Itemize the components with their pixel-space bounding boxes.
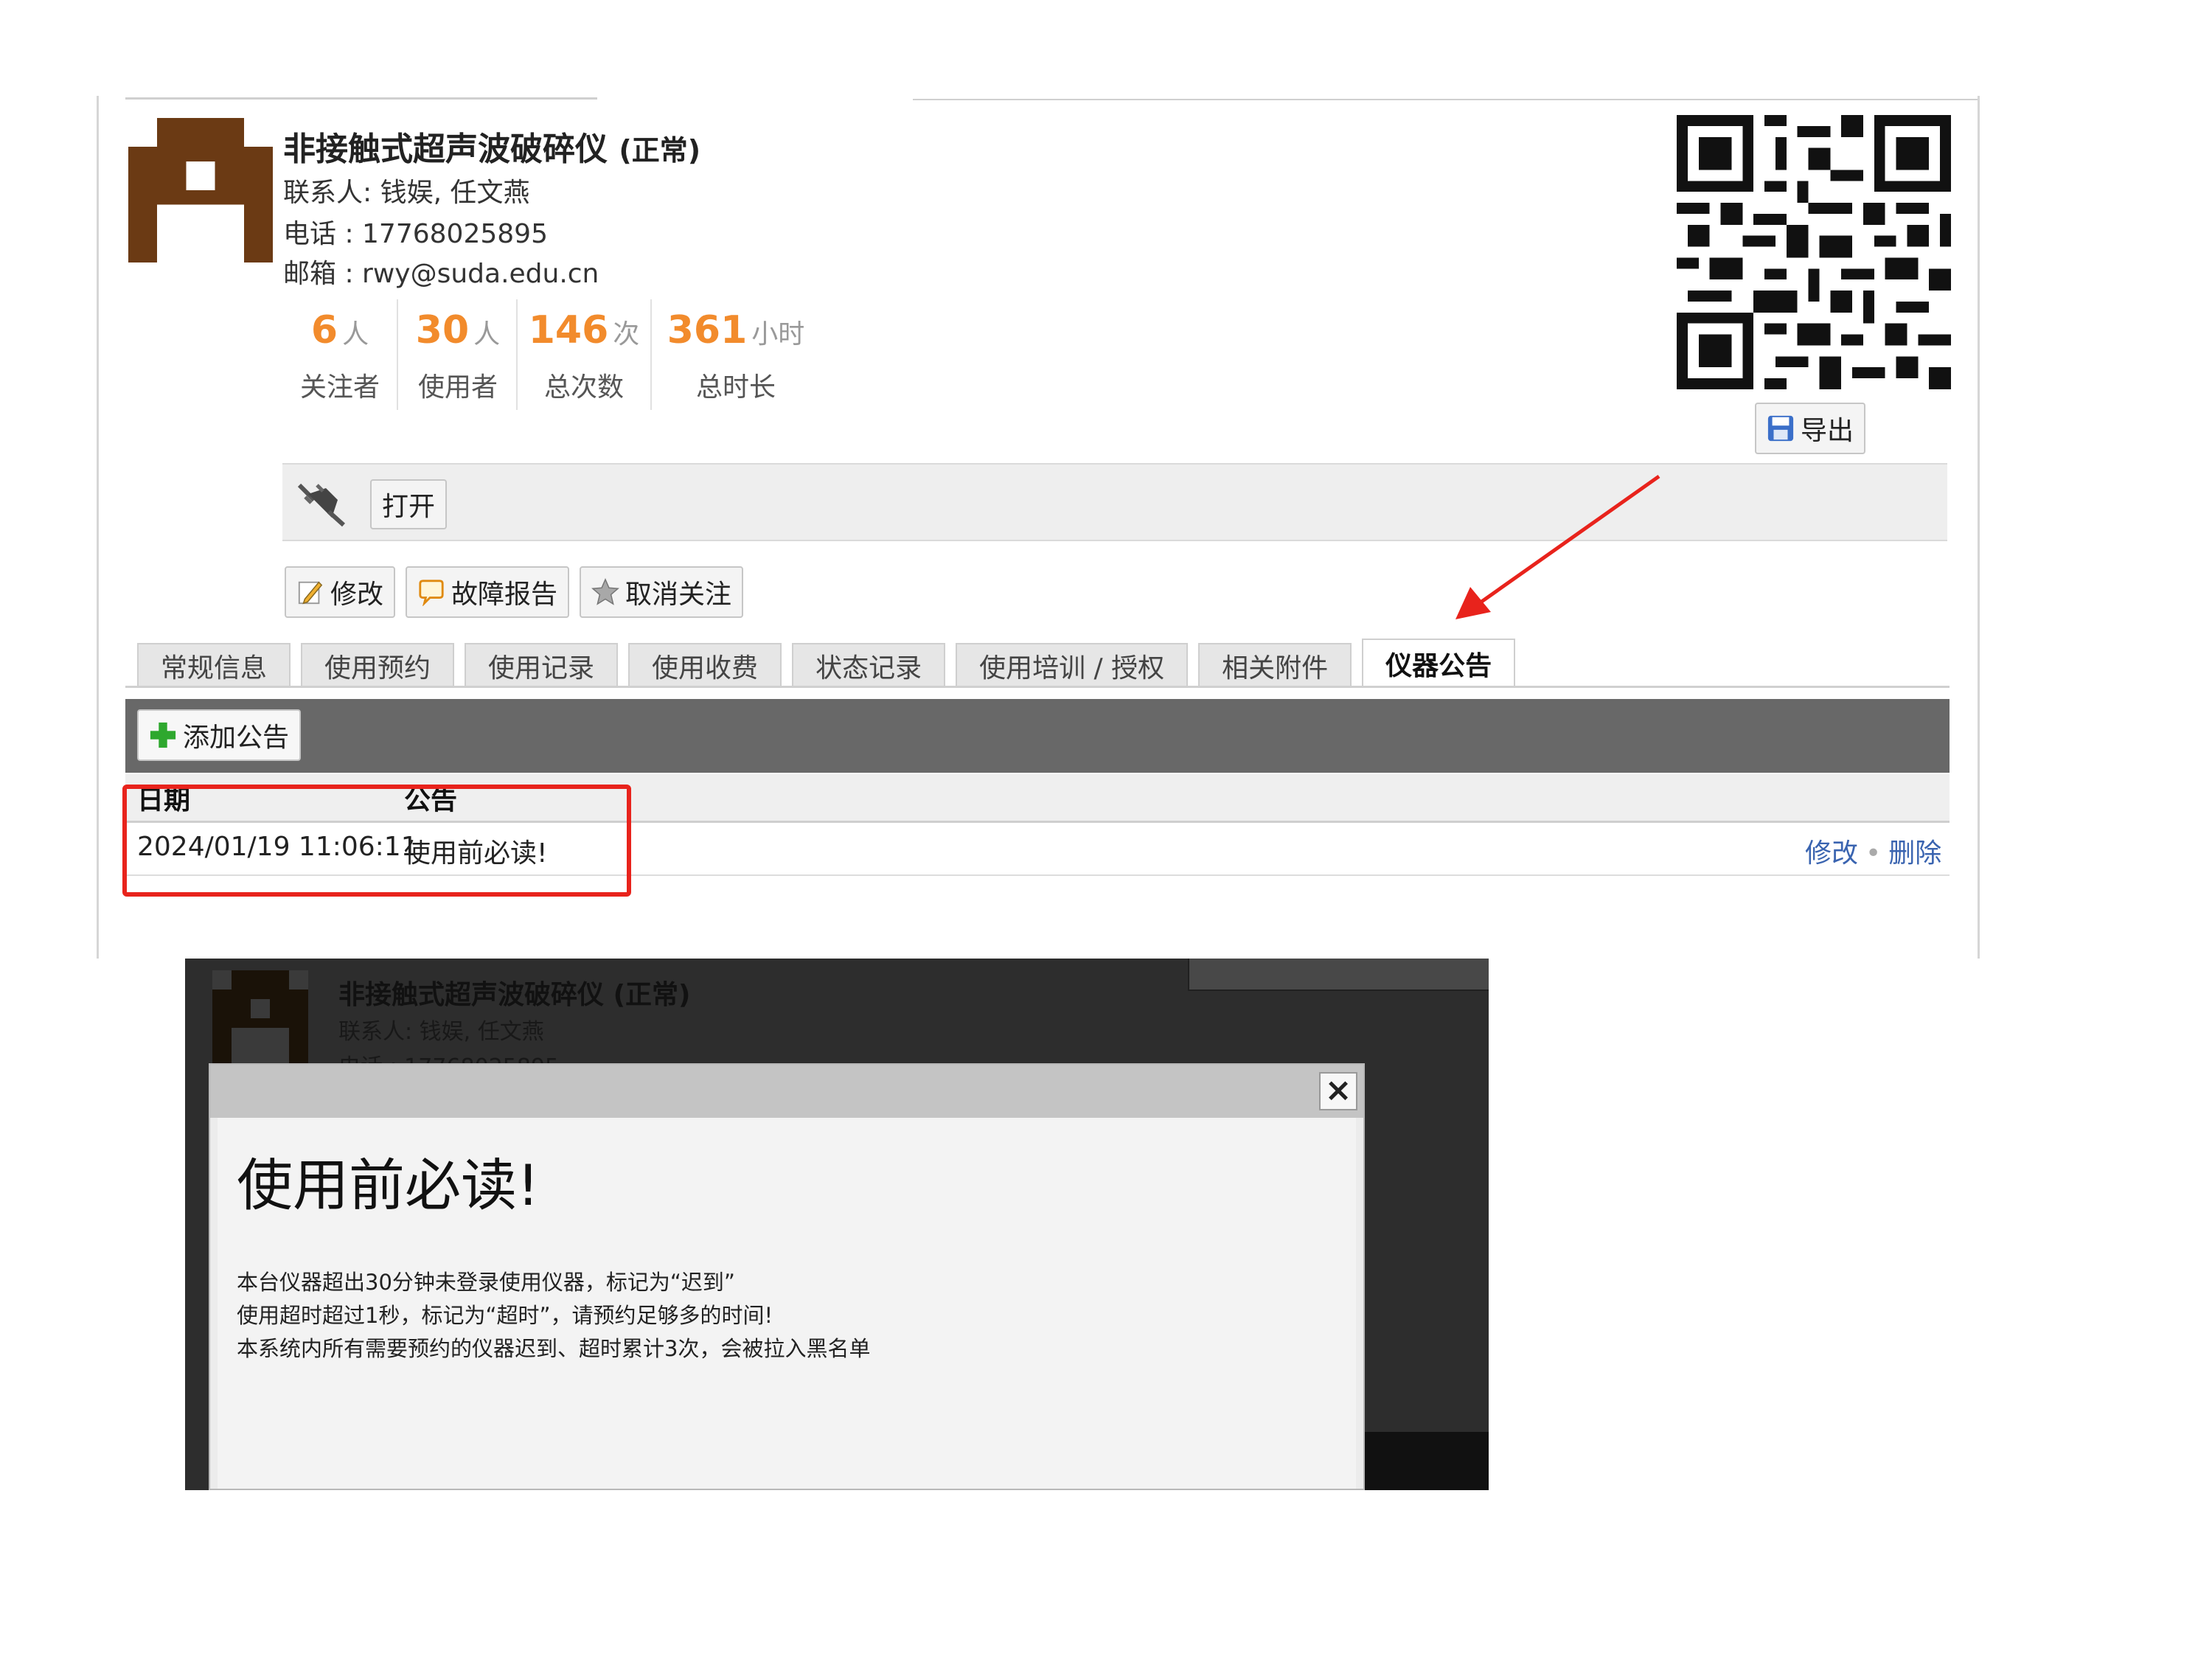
stat-value: 146 bbox=[528, 308, 609, 352]
panel-top-edge-right bbox=[913, 99, 1978, 100]
edit-instrument-label: 修改 bbox=[330, 580, 384, 610]
tab-general-info[interactable]: 常规信息 bbox=[137, 643, 291, 687]
stat-label: 使用者 bbox=[417, 372, 498, 403]
pencil-icon bbox=[298, 581, 323, 605]
plus-icon bbox=[150, 722, 176, 748]
stat-value: 30 bbox=[415, 308, 470, 352]
stat-users: 30 人 使用者 bbox=[410, 308, 506, 404]
open-label: 打开 bbox=[382, 492, 436, 522]
tab-announcements[interactable]: 仪器公告 bbox=[1362, 639, 1516, 687]
stat-unit: 小时 bbox=[751, 319, 805, 349]
background-instrument-status: (正常) bbox=[613, 980, 691, 1010]
contact-label: 联系人: bbox=[283, 178, 372, 208]
stat-divider bbox=[516, 299, 518, 410]
unfollow-button[interactable]: 取消关注 bbox=[580, 566, 744, 618]
instrument-avatar bbox=[128, 118, 273, 262]
stat-label: 总次数 bbox=[543, 372, 624, 403]
red-arrow-icon bbox=[1455, 474, 1660, 619]
contact-names: 钱娱, 任文燕 bbox=[380, 178, 530, 208]
stat-label: 关注者 bbox=[299, 372, 380, 403]
panel-top-edge bbox=[125, 97, 597, 100]
background-avatar bbox=[212, 970, 308, 1066]
tab-status-records[interactable]: 状态记录 bbox=[792, 643, 946, 687]
export-label: 导出 bbox=[1801, 416, 1854, 446]
phone-value: 17768025895 bbox=[362, 219, 548, 249]
edit-instrument-button[interactable]: 修改 bbox=[285, 566, 396, 618]
modal-text-line: 使用超时超过1秒，标记为“超时”，请预约足够多的时间! bbox=[237, 1303, 773, 1328]
stat-total-hours: 361 小时 总时长 bbox=[664, 308, 808, 404]
delete-announcement-link[interactable]: 删除 bbox=[1888, 838, 1941, 869]
background-instrument-name: 非接触式超声波破碎仪 bbox=[338, 980, 605, 1010]
link-separator: • bbox=[1865, 838, 1882, 869]
tab-usage-fees[interactable]: 使用收费 bbox=[628, 643, 782, 687]
modal-text-line: 本台仪器超出30分钟未登录使用仪器，标记为“迟到” bbox=[237, 1270, 735, 1295]
email-label: 邮箱 : bbox=[283, 259, 354, 289]
announcement-modal: × 使用前必读! 本台仪器超出30分钟未登录使用仪器，标记为“迟到” 使用超时超… bbox=[209, 1063, 1365, 1490]
contact-line: 联系人: 钱娱, 任文燕 bbox=[283, 171, 529, 209]
stat-value: 6 bbox=[310, 308, 338, 352]
stat-label: 总时长 bbox=[695, 372, 776, 403]
tab-bar: 常规信息 使用预约 使用记录 使用收费 状态记录 使用培训 / 授权 相关附件 … bbox=[137, 639, 1516, 687]
open-button[interactable]: 打开 bbox=[370, 479, 448, 529]
edit-announcement-link[interactable]: 修改 bbox=[1805, 838, 1858, 869]
phone-label: 电话 : bbox=[283, 219, 354, 249]
tab-usage-records[interactable]: 使用记录 bbox=[465, 643, 619, 687]
stat-total-count: 146 次 总次数 bbox=[528, 308, 640, 404]
speech-bubble-icon bbox=[419, 580, 444, 606]
stat-unit: 次 bbox=[613, 319, 640, 349]
fault-report-button[interactable]: 故障报告 bbox=[406, 566, 570, 618]
tabs-baseline bbox=[125, 686, 1950, 688]
background-popup bbox=[1188, 959, 1489, 991]
panel-right-border bbox=[1978, 96, 1980, 959]
stat-divider bbox=[650, 299, 652, 410]
instrument-name: 非接触式超声波破碎仪 bbox=[283, 131, 608, 168]
unfollow-label: 取消关注 bbox=[625, 580, 732, 610]
panel-left-border bbox=[97, 96, 99, 959]
add-announcement-button[interactable]: 添加公告 bbox=[137, 709, 302, 761]
highlight-box bbox=[122, 785, 631, 897]
phone-line: 电话 : 17768025895 bbox=[283, 212, 548, 251]
background-instrument-title: 非接触式超声波破碎仪 (正常) bbox=[338, 973, 690, 1012]
stat-divider bbox=[397, 299, 398, 410]
star-icon bbox=[591, 578, 619, 605]
qr-code-icon bbox=[1677, 115, 1951, 389]
add-announcement-label: 添加公告 bbox=[183, 723, 290, 753]
control-toolbar bbox=[282, 463, 1947, 541]
save-icon bbox=[1767, 415, 1794, 442]
row-actions: 修改 • 删除 bbox=[1805, 832, 1941, 870]
email-line: 邮箱 : rwy@suda.edu.cn bbox=[283, 252, 599, 291]
modal-text-line: 本系统内所有需要预约的仪器迟到、超时累计3次，会被拉入黑名单 bbox=[237, 1336, 871, 1361]
modal-title: 使用前必读! bbox=[237, 1152, 540, 1218]
instrument-panel: 非接触式超声波破碎仪 (正常) 联系人: 钱娱, 任文燕 电话 : 177680… bbox=[0, 0, 2212, 959]
announcement-dialog-screenshot: 非接触式超声波破碎仪 (正常) 联系人: 钱娱, 任文燕 电话 : 177680… bbox=[185, 959, 1489, 1490]
stat-value: 361 bbox=[667, 308, 748, 352]
tab-attachments[interactable]: 相关附件 bbox=[1198, 643, 1352, 687]
stat-unit: 人 bbox=[473, 319, 501, 349]
background-contact: 联系人: 钱娱, 任文燕 bbox=[338, 1019, 544, 1045]
instrument-status: (正常) bbox=[619, 134, 701, 167]
stat-unit: 人 bbox=[342, 319, 369, 349]
instrument-title: 非接触式超声波破碎仪 (正常) bbox=[283, 122, 700, 170]
modal-body: 使用前必读! 本台仪器超出30分钟未登录使用仪器，标记为“迟到” 使用超时超过1… bbox=[218, 1118, 1356, 1489]
fault-report-label: 故障报告 bbox=[451, 580, 558, 610]
plug-icon[interactable] bbox=[293, 479, 349, 528]
tab-training-authorization[interactable]: 使用培训 / 授权 bbox=[956, 643, 1189, 687]
stat-followers: 6人 关注者 bbox=[298, 308, 382, 404]
modal-header bbox=[210, 1065, 1363, 1118]
tab-reservation[interactable]: 使用预约 bbox=[301, 643, 455, 687]
announcement-toolbar bbox=[125, 699, 1950, 773]
export-button[interactable]: 导出 bbox=[1755, 403, 1866, 454]
email-value: rwy@suda.edu.cn bbox=[362, 259, 599, 289]
background-bar bbox=[1365, 1432, 1489, 1490]
close-icon[interactable]: × bbox=[1319, 1072, 1357, 1110]
